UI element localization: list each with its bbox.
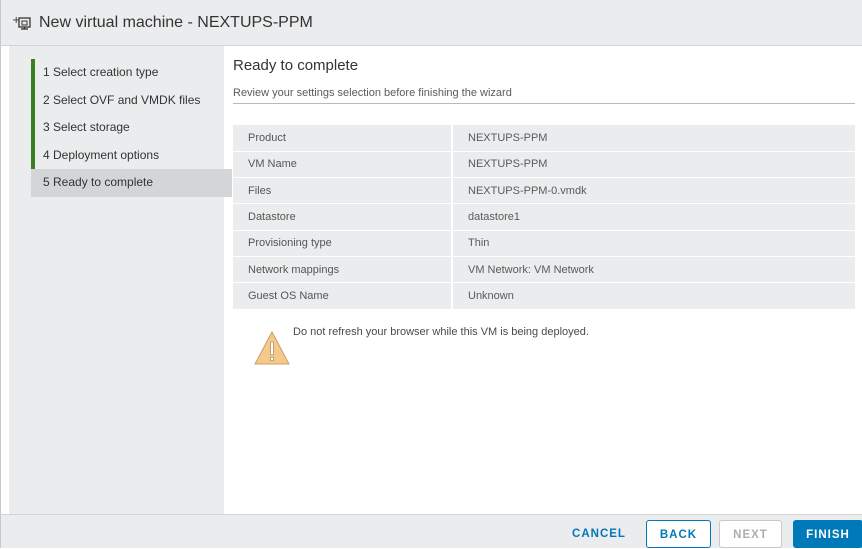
page-title: Ready to complete (233, 57, 359, 74)
wizard-step-2[interactable]: 2 Select OVF and VMDK files (31, 86, 232, 114)
back-button[interactable]: BACK (646, 520, 711, 548)
summary-key: Network mappings (233, 256, 453, 284)
summary-key: Files (233, 177, 453, 205)
new-vm-icon: + (12, 15, 31, 30)
table-row: Product NEXTUPS-PPM (233, 125, 855, 152)
table-row: Datastore datastore1 (233, 203, 855, 231)
summary-key: Product (233, 125, 453, 152)
summary-key: Datastore (233, 203, 453, 231)
next-button[interactable]: NEXT (719, 520, 782, 548)
summary-key: Provisioning type (233, 230, 453, 257)
wizard-step-4[interactable]: 4 Deployment options (31, 141, 232, 169)
warning-message: Do not refresh your browser while this V… (253, 326, 833, 386)
warning-text: Do not refresh your browser while this V… (293, 326, 589, 338)
divider (233, 103, 855, 104)
dialog-title: New virtual machine - NEXTUPS-PPM (39, 14, 313, 31)
settings-summary-table: Product NEXTUPS-PPM VM Name NEXTUPS-PPM File… (233, 125, 855, 310)
summary-value: Unknown (452, 282, 855, 310)
table-row: Guest OS Name Unknown (233, 282, 855, 310)
wizard-steps-list: 1 Select creation type 2 Select OVF and V… (31, 59, 232, 197)
finish-button[interactable]: FINISH (793, 520, 862, 548)
wizard-steps-sidebar: 1 Select creation type 2 Select OVF and V… (9, 46, 232, 514)
wizard-step-3[interactable]: 3 Select storage (31, 114, 232, 142)
summary-key: VM Name (233, 151, 453, 179)
dialog-body: 1 Select creation type 2 Select OVF and V… (1, 46, 862, 514)
table-row: VM Name NEXTUPS-PPM (233, 151, 855, 179)
wizard-step-5[interactable]: 5 Ready to complete (31, 169, 232, 197)
summary-value: Thin (452, 230, 855, 257)
dialog-footer: CANCEL BACK NEXT FINISH (1, 514, 862, 548)
summary-key: Guest OS Name (233, 282, 453, 310)
page-subtitle: Review your settings selection before fi… (233, 87, 512, 99)
wizard-step-1[interactable]: 1 Select creation type (31, 59, 232, 87)
summary-value: NEXTUPS-PPM (452, 125, 855, 152)
wizard-main-panel: Ready to complete Review your settings s… (233, 46, 855, 514)
table-row: Files NEXTUPS-PPM-0.vmdk (233, 177, 855, 205)
warning-icon (254, 330, 290, 365)
summary-value: VM Network: VM Network (452, 256, 855, 284)
new-vm-dialog: + New virtual machine - NEXTUPS-PPM 1 Se… (0, 0, 862, 548)
summary-value: NEXTUPS-PPM (452, 151, 855, 179)
dialog-titlebar: + New virtual machine - NEXTUPS-PPM (1, 0, 862, 46)
cancel-button[interactable]: CANCEL (562, 520, 636, 548)
table-row: Provisioning type Thin (233, 230, 855, 257)
summary-value: datastore1 (452, 203, 855, 231)
summary-value: NEXTUPS-PPM-0.vmdk (452, 177, 855, 205)
table-row: Network mappings VM Network: VM Network (233, 256, 855, 284)
